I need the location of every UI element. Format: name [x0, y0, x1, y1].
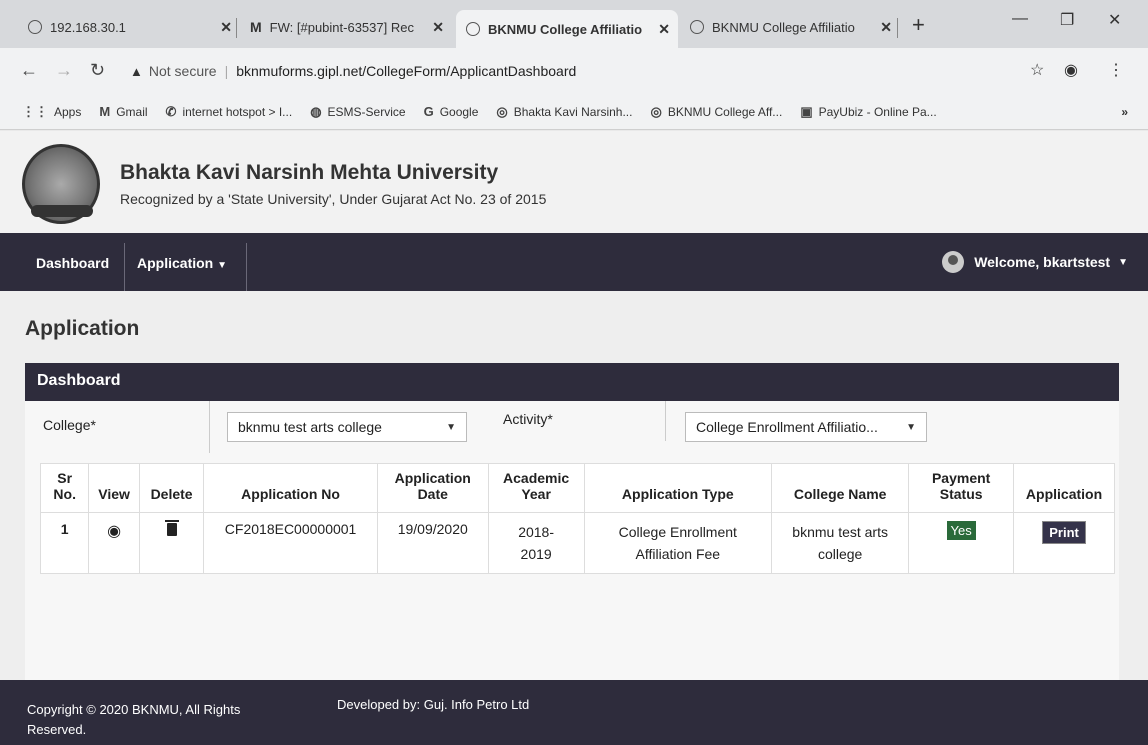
apps-icon: ⋮⋮	[22, 103, 48, 119]
status-badge: Yes	[946, 521, 976, 540]
forward-icon[interactable]: →	[55, 60, 73, 81]
university-subtitle: Recognized by a 'State University', Unde…	[120, 191, 547, 207]
site-footer: Copyright © 2020 BKNMU, All Rights Reser…	[0, 680, 1148, 745]
star-icon[interactable]: ☆	[1030, 60, 1044, 80]
cell-application-no: CF2018EC00000001	[203, 512, 378, 574]
col-application-date[interactable]: Application Date	[376, 463, 489, 513]
activity-select[interactable]: College Enrollment Affiliatio... ▼	[685, 412, 927, 442]
payment-status-cell: Yes	[908, 512, 1015, 574]
bookmark-payu[interactable]: ▣ PayUbiz - Online Pa...	[800, 104, 936, 120]
col-delete: Delete	[138, 463, 205, 513]
warning-icon: ▲	[130, 63, 143, 79]
nav-dashboard[interactable]: Dashboard	[36, 255, 109, 271]
close-tab-icon[interactable]: ✕	[658, 21, 670, 38]
applications-table: Sr No. View Delete Application No Applic…	[39, 463, 1115, 574]
activity-label: Activity*	[503, 411, 553, 427]
gmail-icon: M	[99, 104, 111, 119]
minimize-icon[interactable]: —	[1012, 10, 1028, 28]
browser-toolbar: ← → ↻ ▲ Not secure | bknmuforms.gipl.net…	[0, 48, 1148, 94]
tab-bknmu-active[interactable]: BKNMU College Affiliatio ✕	[456, 10, 678, 48]
cell-academic-year: 2018-2019	[487, 512, 585, 574]
globe-icon: ◍	[310, 103, 322, 119]
menu-icon[interactable]: ⋮	[1108, 60, 1124, 80]
university-icon: ◎	[496, 103, 508, 119]
col-academic-year: Academic Year	[487, 463, 585, 513]
reload-icon[interactable]: ↻	[90, 60, 105, 81]
col-view: View	[88, 463, 140, 513]
print-button[interactable]: Print	[1042, 521, 1086, 544]
print-cell: Print	[1013, 512, 1115, 574]
new-tab-button[interactable]: +	[912, 12, 925, 38]
payu-icon: ▣	[800, 103, 813, 119]
bookmark-google[interactable]: G Google	[424, 104, 479, 119]
university-name: Bhakta Kavi Narsinh Mehta University	[120, 161, 499, 184]
bookmark-bknmu-aff[interactable]: ◎ BKNMU College Aff...	[650, 104, 782, 120]
developer-text: Developed by: Guj. Info Petro Ltd	[337, 697, 530, 712]
university-logo	[22, 144, 100, 224]
bookmark-bknmu-site[interactable]: ◎ Bhakta Kavi Narsinh...	[496, 104, 632, 120]
table-row: 1 ◉ CF2018EC00000001 19/09/2020 2018-201…	[39, 512, 1115, 574]
close-window-icon[interactable]: ✕	[1108, 10, 1121, 30]
cell-sr: 1	[39, 512, 90, 574]
caret-down-icon: ▼	[1118, 256, 1128, 268]
close-tab-icon[interactable]: ✕	[880, 19, 892, 36]
google-icon: G	[423, 104, 434, 119]
bookmarks-bar: ⋮⋮ Apps M Gmail ✆ internet hotspot > I... ◍…	[0, 94, 1148, 130]
col-application-no: Application No	[203, 463, 378, 513]
phone-icon: ✆	[165, 103, 177, 119]
view-icon[interactable]: ◉	[88, 512, 140, 574]
bookmark-esms[interactable]: ◍ ESMS-Service	[310, 104, 405, 120]
cell-college-name: bknmu test arts college	[771, 512, 910, 574]
avatar	[942, 251, 965, 273]
close-tab-icon[interactable]: ✕	[432, 19, 444, 36]
nav-application[interactable]: Application ▼	[137, 255, 227, 271]
url-text[interactable]: bknmuforms.gipl.net/CollegeForm/Applican…	[236, 63, 576, 79]
delete-icon[interactable]	[138, 512, 205, 574]
table-header-row: Sr No. View Delete Application No Applic…	[39, 463, 1115, 513]
university-icon	[466, 22, 480, 36]
close-tab-icon[interactable]: ✕	[220, 19, 232, 36]
university-icon	[690, 20, 704, 34]
caret-down-icon: ▼	[446, 421, 456, 433]
address-bar[interactable]: ▲ Not secure | bknmuforms.gipl.net/Colle…	[130, 57, 1020, 85]
college-label: College*	[43, 417, 96, 433]
tab-router[interactable]: 192.168.30.1 ✕	[18, 10, 240, 44]
web-page: Bhakta Kavi Narsinh Mehta University Rec…	[0, 131, 1148, 745]
col-college-name: College Name	[771, 463, 910, 513]
bookmark-hotspot[interactable]: ✆ internet hotspot > I...	[166, 104, 293, 120]
gmail-icon: M	[250, 19, 262, 35]
cell-application-type: College Enrollment Affiliation Fee	[583, 512, 773, 574]
tab-gmail[interactable]: M FW: [#pubint-63537] Rec ✕	[240, 10, 452, 44]
security-label: Not secure	[148, 63, 217, 79]
more-bookmarks-icon[interactable]: »	[1121, 105, 1128, 119]
caret-down-icon: ▼	[906, 421, 916, 433]
profile-icon[interactable]: ◉	[1064, 60, 1078, 80]
col-sr: Sr No.	[39, 463, 90, 513]
college-select[interactable]: bknmu test arts college ▼	[227, 412, 467, 442]
maximize-icon[interactable]: ❐	[1060, 10, 1074, 30]
col-application-type: Application Type	[583, 463, 773, 513]
page-title: Application	[25, 317, 140, 340]
bookmark-apps[interactable]: ⋮⋮ Apps	[22, 104, 81, 120]
university-icon: ◎	[650, 103, 662, 119]
back-icon[interactable]: ←	[20, 60, 38, 81]
caret-down-icon: ▼	[217, 260, 228, 271]
filter-bar: College* bknmu test arts college ▼ Activ…	[25, 401, 1119, 453]
main-navbar: Dashboard Application ▼ Welcome, bkartst…	[0, 233, 1148, 291]
user-menu[interactable]: Welcome, bkartstest ▼	[942, 251, 1128, 273]
site-header: Bhakta Kavi Narsinh Mehta University Rec…	[0, 131, 1148, 233]
copyright-text: Copyright © 2020 BKNMU, All Rights Reser…	[27, 702, 241, 737]
tab-bknmu[interactable]: BKNMU College Affiliatio ✕	[680, 10, 900, 44]
panel-title: Dashboard	[25, 363, 1119, 401]
col-application: Application	[1013, 463, 1115, 513]
bookmark-gmail[interactable]: M Gmail	[99, 104, 147, 119]
cell-application-date: 19/09/2020	[376, 512, 489, 574]
col-payment-status: Payment Status	[908, 463, 1015, 513]
globe-icon	[28, 20, 42, 34]
browser-tab-strip: 192.168.30.1 ✕ M FW: [#pubint-63537] Rec…	[0, 0, 1148, 48]
